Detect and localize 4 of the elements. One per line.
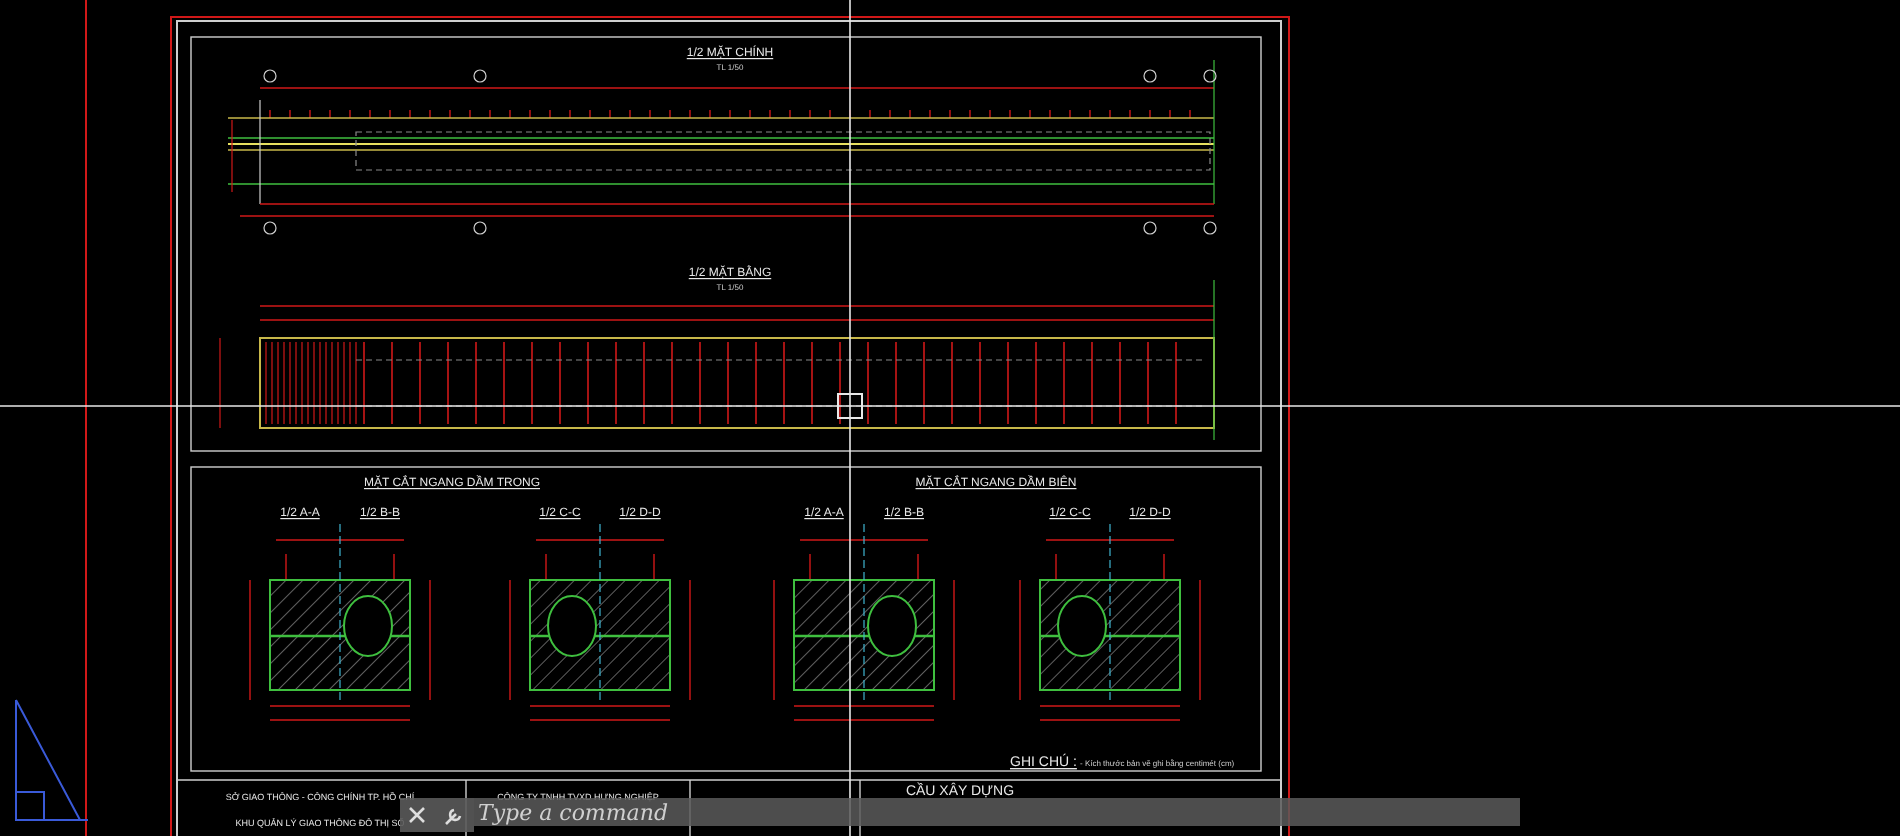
close-icon[interactable] [400, 798, 434, 832]
command-input-field[interactable]: Type a command [474, 798, 1520, 826]
ucs-axis-icon [15, 699, 89, 821]
wrench-icon[interactable] [434, 798, 474, 832]
